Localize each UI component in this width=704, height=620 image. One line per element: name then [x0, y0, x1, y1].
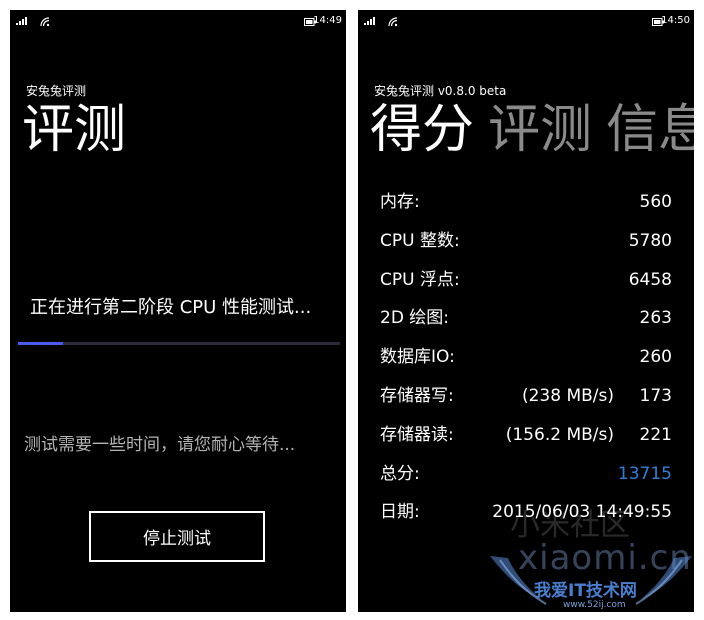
score-label: CPU 浮点:: [380, 269, 460, 290]
signal-strength-icon: [16, 17, 27, 25]
test-date-value: 2015/06/03 14:49:55: [492, 502, 672, 523]
score-label: 2D 绘图:: [380, 308, 450, 329]
progress-bar-fill: [18, 342, 64, 345]
score-value: 560: [639, 192, 672, 212]
test-status-text: 正在进行第二阶段 CPU 性能测试...: [30, 297, 312, 318]
score-label: 存储器读:: [380, 424, 454, 445]
score-value: 260: [639, 347, 672, 368]
status-bar: 14:50: [358, 10, 694, 34]
score-label: CPU 整数:: [380, 230, 460, 251]
score-value: 221: [639, 424, 672, 445]
score-row-storage-read: 存储器读: (156.2 MB/s) 221: [380, 416, 672, 455]
watermark-badge-text: 我爱IT技术网: [534, 581, 637, 601]
score-row-database-io: 数据库IO: 260: [380, 338, 672, 377]
score-value: 173: [639, 385, 672, 406]
clock: 14:50: [661, 15, 690, 26]
page-title: 评测: [22, 100, 127, 160]
phone-screen-benchmark: 14:49 安兔兔评测 评测 正在进行第二阶段 CPU 性能测试... 测试需要…: [10, 10, 346, 612]
app-title: 安兔兔评测: [26, 84, 87, 98]
score-row-storage-write: 存储器写: (238 MB/s) 173: [380, 377, 672, 416]
signal-strength-icon: [364, 17, 375, 25]
score-row-cpu-float: CPU 浮点: 6458: [380, 261, 672, 300]
wait-hint-text: 测试需要一些时间，请您耐心等待...: [24, 435, 296, 455]
pivot-tab-score[interactable]: 得分: [370, 100, 474, 160]
score-list: 内存: 560 CPU 整数: 5780 CPU 浮点: 6458 2D 绘图:…: [380, 183, 672, 532]
pivot-tab-info[interactable]: 信息: [606, 100, 694, 160]
phone-screen-results: 14:50 安兔兔评测 v0.8.0 beta 得分 评测 信息 内存: 560 C…: [358, 10, 694, 612]
watermark-site-text: xiaomi.cn: [518, 538, 692, 578]
watermark-wings-logo: [490, 556, 692, 605]
score-value: 263: [639, 308, 672, 329]
status-bar: 14:49: [10, 10, 346, 34]
watermark-url-text: www.52ij.com: [563, 600, 626, 610]
score-label: 内存:: [380, 192, 420, 212]
score-label: 存储器写:: [380, 385, 454, 406]
score-rate: (156.2 MB/s): [505, 424, 614, 445]
clock: 14:49: [313, 15, 342, 26]
score-row-2d-graphics: 2D 绘图: 263: [380, 299, 672, 338]
score-value: 5780: [628, 230, 672, 251]
app-title: 安兔兔评测 v0.8.0 beta: [374, 84, 507, 98]
score-row-date: 日期: 2015/06/03 14:49:55: [380, 493, 672, 532]
wifi-icon: [40, 17, 50, 27]
score-label: 总分:: [380, 463, 420, 484]
score-label: 日期:: [380, 502, 420, 523]
score-row-total: 总分: 13715: [380, 455, 672, 494]
pivot-tab-benchmark[interactable]: 评测: [488, 100, 592, 160]
score-rate: (238 MB/s): [521, 385, 614, 406]
pivot-header: 得分 评测 信息: [370, 100, 694, 160]
score-value: 6458: [628, 269, 672, 290]
stop-test-button[interactable]: 停止测试: [89, 511, 265, 562]
score-row-cpu-integer: CPU 整数: 5780: [380, 222, 672, 261]
wifi-icon: [388, 17, 398, 27]
total-score-value: 13715: [617, 463, 672, 484]
score-label: 数据库IO:: [380, 347, 455, 368]
progress-bar: [18, 342, 340, 345]
score-row-memory: 内存: 560: [380, 183, 672, 222]
